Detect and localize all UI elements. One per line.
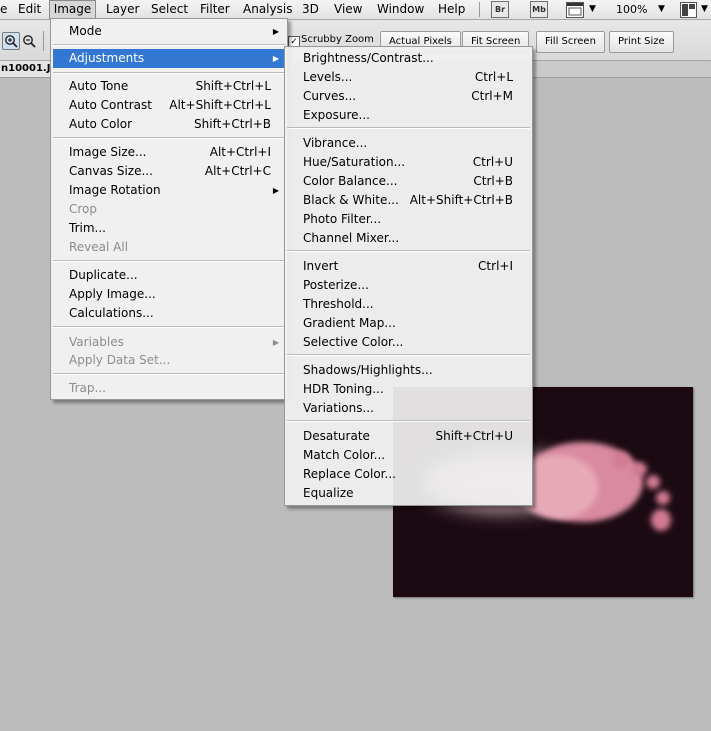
arrange-documents-icon[interactable]: [680, 2, 697, 18]
view-extras-icon[interactable]: [566, 2, 584, 18]
fill-screen-button[interactable]: Fill Screen: [536, 31, 605, 53]
menu-bar: e Edit Image Layer Select Filter Analysi…: [0, 0, 711, 20]
menu-item-image-size[interactable]: Image Size... Alt+Ctrl+I: [53, 143, 285, 162]
mini-bridge-button[interactable]: Mb: [530, 1, 548, 18]
menu-separator: [53, 137, 285, 139]
submenu-arrow-icon: ▶: [272, 338, 279, 347]
menu-separator: [53, 373, 285, 375]
menu-item-match-color[interactable]: Match Color...: [287, 446, 530, 465]
document-tab[interactable]: n10001.JP: [0, 61, 54, 77]
menu-item-black-white[interactable]: Black & White... Alt+Shift+Ctrl+B: [287, 191, 530, 210]
menu-window[interactable]: Window: [377, 1, 424, 18]
menu-separator: [53, 260, 285, 262]
menu-separator: [287, 354, 530, 356]
menu-item-calculations[interactable]: Calculations...: [53, 304, 285, 323]
menu-item-photo-filter[interactable]: Photo Filter...: [287, 210, 530, 229]
menu-analysis[interactable]: Analysis: [243, 1, 292, 18]
menu-3d[interactable]: 3D: [302, 1, 319, 18]
menu-separator: [287, 420, 530, 422]
chevron-down-icon[interactable]: ▼: [589, 3, 596, 15]
menu-file[interactable]: e: [0, 1, 7, 18]
menu-item-shadows-highlights[interactable]: Shadows/Highlights...: [287, 361, 530, 380]
menu-item-color-balance[interactable]: Color Balance... Ctrl+B: [287, 172, 530, 191]
menu-image[interactable]: Image: [49, 0, 96, 19]
menu-separator: [287, 250, 530, 252]
menu-item-channel-mixer[interactable]: Channel Mixer...: [287, 229, 530, 248]
menu-item-apply-data-set[interactable]: Apply Data Set...: [53, 351, 285, 370]
menubar-divider: [479, 2, 480, 17]
menu-item-invert[interactable]: Invert Ctrl+I: [287, 257, 530, 276]
menu-separator: [53, 326, 285, 328]
menu-item-auto-color[interactable]: Auto Color Shift+Ctrl+B: [53, 115, 285, 134]
menu-item-gradient-map[interactable]: Gradient Map...: [287, 314, 530, 333]
menu-item-crop[interactable]: Crop: [53, 200, 285, 219]
chevron-down-icon[interactable]: ▼: [701, 3, 708, 15]
submenu-arrow-icon: ▶: [272, 186, 279, 195]
menu-item-image-rotation[interactable]: Image Rotation ▶: [53, 181, 285, 200]
menu-select[interactable]: Select: [151, 1, 188, 18]
menu-item-threshold[interactable]: Threshold...: [287, 295, 530, 314]
scrubby-zoom-label: Scrubby Zoom: [301, 34, 374, 45]
menu-item-hue-saturation[interactable]: Hue/Saturation... Ctrl+U: [287, 153, 530, 172]
adjustments-submenu: Brightness/Contrast... Levels... Ctrl+L …: [284, 46, 533, 506]
options-divider: [43, 31, 44, 51]
image-menu: Mode ▶ Adjustments ▶ Auto Tone Shift+Ctr…: [50, 18, 288, 400]
menu-item-hdr-toning[interactable]: HDR Toning...: [287, 380, 530, 399]
menu-item-adjustments[interactable]: Adjustments ▶: [53, 49, 285, 68]
print-size-button[interactable]: Print Size: [609, 31, 674, 53]
menu-item-variables[interactable]: Variables ▶: [53, 333, 285, 352]
menu-item-selective-color[interactable]: Selective Color...: [287, 333, 530, 352]
menu-item-mode[interactable]: Mode ▶: [53, 22, 285, 41]
menu-item-replace-color[interactable]: Replace Color...: [287, 465, 530, 484]
chevron-down-icon[interactable]: ▼: [658, 3, 665, 15]
menu-item-variations[interactable]: Variations...: [287, 399, 530, 418]
zoom-level[interactable]: 100%: [616, 1, 647, 18]
menu-item-posterize[interactable]: Posterize...: [287, 276, 530, 295]
submenu-arrow-icon: ▶: [272, 27, 279, 36]
zoom-in-icon[interactable]: [2, 32, 20, 50]
menu-item-desaturate[interactable]: Desaturate Shift+Ctrl+U: [287, 427, 530, 446]
menu-help[interactable]: Help: [438, 1, 465, 18]
menu-item-brightness-contrast[interactable]: Brightness/Contrast...: [287, 49, 530, 68]
menu-item-trap[interactable]: Trap...: [53, 379, 285, 398]
menu-item-auto-contrast[interactable]: Auto Contrast Alt+Shift+Ctrl+L: [53, 96, 285, 115]
menu-item-equalize[interactable]: Equalize: [287, 484, 530, 503]
menu-item-duplicate[interactable]: Duplicate...: [53, 266, 285, 285]
menu-item-reveal-all[interactable]: Reveal All: [53, 238, 285, 257]
menu-item-vibrance[interactable]: Vibrance...: [287, 134, 530, 153]
zoom-out-icon[interactable]: [20, 32, 38, 50]
menu-separator: [53, 44, 285, 46]
menu-view[interactable]: View: [334, 1, 362, 18]
menu-layer[interactable]: Layer: [106, 1, 139, 18]
menu-item-levels[interactable]: Levels... Ctrl+L: [287, 68, 530, 87]
menu-item-curves[interactable]: Curves... Ctrl+M: [287, 87, 530, 106]
menu-edit[interactable]: Edit: [18, 1, 41, 18]
menu-item-auto-tone[interactable]: Auto Tone Shift+Ctrl+L: [53, 77, 285, 96]
menu-filter[interactable]: Filter: [200, 1, 230, 18]
menu-item-apply-image[interactable]: Apply Image...: [53, 285, 285, 304]
menu-separator: [287, 127, 530, 129]
menu-item-canvas-size[interactable]: Canvas Size... Alt+Ctrl+C: [53, 162, 285, 181]
menu-item-exposure[interactable]: Exposure...: [287, 106, 530, 125]
menu-item-trim[interactable]: Trim...: [53, 219, 285, 238]
submenu-arrow-icon: ▶: [272, 54, 279, 63]
menu-separator: [53, 72, 285, 74]
bridge-button[interactable]: Br: [491, 1, 509, 18]
